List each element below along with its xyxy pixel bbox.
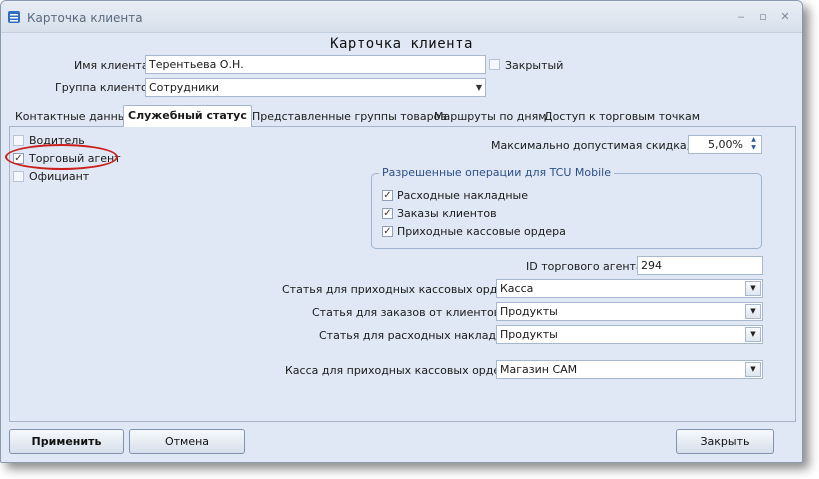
income-orders-article-label: Статья для приходных кассовых ордеров [282,283,525,296]
client-name-input[interactable]: Терентьева О.Н. [145,55,486,74]
closed-checkbox[interactable] [489,59,500,70]
window-client-area: Карточка клиента Имя клиента Терентьева … [5,33,798,458]
max-discount-input[interactable]: 5,00% ▲ ▼ [688,135,762,154]
tab-product-groups[interactable]: Представленные группы товаров [250,108,449,127]
chevron-down-icon[interactable]: ▼ [745,304,761,319]
client-group-combo[interactable]: Сотрудники ▼ [145,78,486,97]
close-icon[interactable]: ✕ [777,10,793,24]
client-name-label: Имя клиента [74,59,149,72]
agent-id-label: ID торгового агента [526,260,643,273]
maximize-icon[interactable]: ▫ [755,10,771,24]
expense-invoices-checkbox[interactable]: ✓ [382,190,393,201]
waiter-checkbox[interactable] [13,171,24,182]
tab-service-status[interactable]: Служебный статус [123,105,252,127]
expense-invoices-article-label: Статья для расходных накладных [319,329,519,342]
minimize-icon[interactable]: ‒ [733,10,749,24]
client-group-label: Группа клиентов [55,81,155,94]
chevron-down-icon[interactable]: ▼ [745,327,761,342]
driver-checkbox[interactable] [13,135,24,146]
agent-id-input[interactable]: 294 [637,256,763,275]
apply-button[interactable]: Применить [9,429,124,454]
spin-down-icon[interactable]: ▼ [747,144,760,152]
client-name-value: Терентьева О.Н. [149,58,244,71]
income-cash-orders-checkbox[interactable]: ✓ [382,226,393,237]
cashbox-value: Магазин САМ [500,363,578,376]
cancel-button[interactable]: Отмена [129,429,245,454]
client-orders-label: Заказы клиентов [397,207,497,220]
client-orders-article-label: Статья для заказов от клиентов [312,306,501,319]
client-orders-article-value: Продукты [500,305,558,318]
expense-invoices-label: Расходные накладные [397,189,529,202]
chevron-down-icon[interactable]: ▼ [745,281,761,296]
income-orders-article-value: Касса [500,282,534,295]
waiter-label: Официант [29,170,90,183]
income-orders-article-combo[interactable]: Касса ▼ [496,279,763,298]
cashbox-combo[interactable]: Магазин САМ ▼ [496,360,763,379]
client-group-value: Сотрудники [149,81,220,94]
chevron-down-icon[interactable]: ▼ [476,80,482,95]
cashbox-label: Касса для приходных кассовых ордеров [285,364,521,377]
spin-up-icon[interactable]: ▲ [747,136,760,144]
tab-outlet-access[interactable]: Доступ к торговым точкам [542,108,702,127]
income-cash-orders-label: Приходные кассовые ордера [397,225,566,238]
expense-invoices-article-combo[interactable]: Продукты ▼ [496,325,763,344]
chevron-down-icon[interactable]: ▼ [745,362,761,377]
expense-invoices-article-value: Продукты [500,328,558,341]
tcu-mobile-operations-title: Разрешенные операции для TCU Mobile [379,166,614,179]
client-card-window: Карточка клиента ‒ ▫ ✕ Карточка клиента … [0,0,803,463]
closed-label: Закрытый [505,59,564,72]
tab-contact-data[interactable]: Контактные данные [13,108,135,127]
tab-daily-routes[interactable]: Маршруты по дням [432,108,549,127]
database-icon [8,11,20,23]
agent-id-value: 294 [641,259,662,272]
max-discount-label: Максимально допустимая скидка, % [491,139,705,152]
form-heading: Карточка клиента [330,36,473,52]
window-title: Карточка клиента [27,11,143,25]
sales-agent-highlight [5,144,118,170]
close-button[interactable]: Закрыть [676,429,774,454]
client-orders-checkbox[interactable]: ✓ [382,208,393,219]
max-discount-value: 5,00% [708,138,743,151]
title-bar[interactable]: Карточка клиента ‒ ▫ ✕ [1,1,802,33]
client-orders-article-combo[interactable]: Продукты ▼ [496,302,763,321]
